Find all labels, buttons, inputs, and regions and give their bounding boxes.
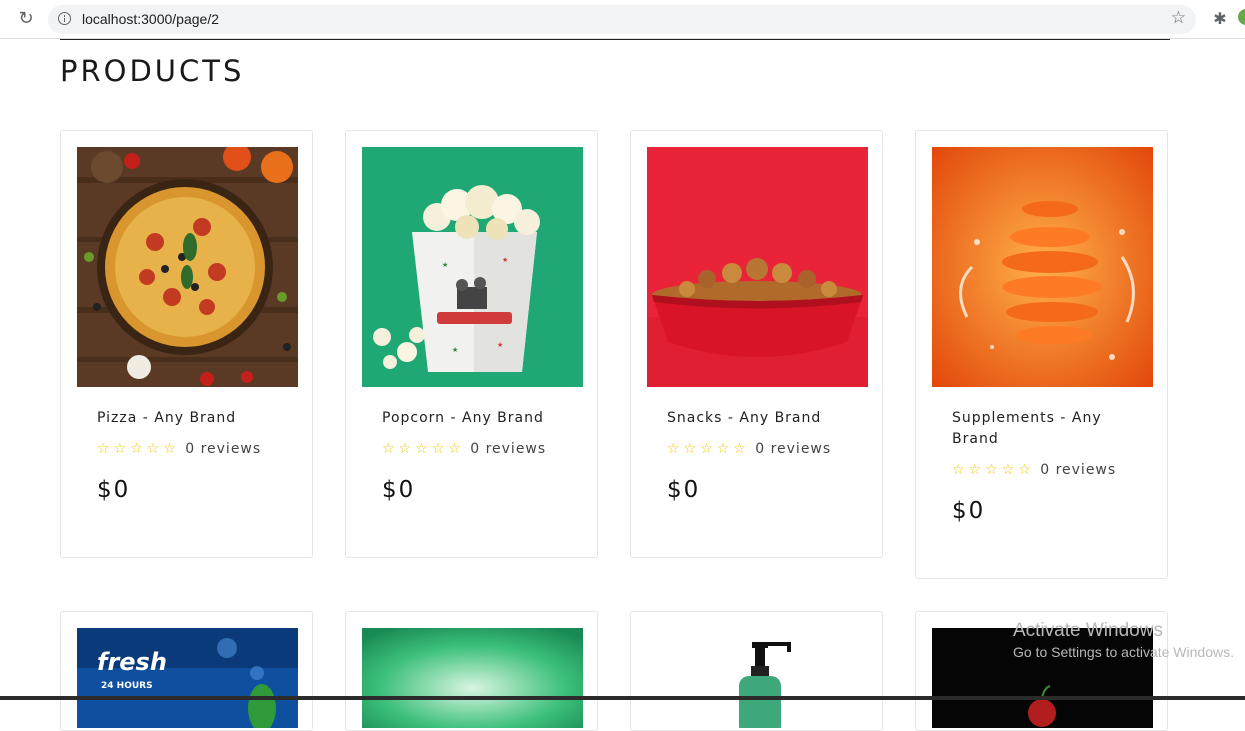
activation-watermark-title: Activate Windows bbox=[1013, 620, 1163, 641]
product-card-supplements[interactable]: Supplements - Any Brand ☆☆☆☆☆ 0 reviews … bbox=[915, 130, 1168, 579]
product-card[interactable] bbox=[630, 611, 883, 731]
review-count: 0 reviews bbox=[755, 441, 832, 457]
product-rating: ☆☆☆☆☆ 0 reviews bbox=[667, 441, 831, 457]
product-image-toothpaste[interactable]: fresh 24 HOURS bbox=[77, 628, 298, 728]
activation-watermark-text: Go to Settings to activate Windows. bbox=[1013, 644, 1234, 660]
address-bar[interactable]: localhost:3000/page/2 ☆ bbox=[48, 5, 1196, 34]
product-name[interactable]: Supplements - Any Brand bbox=[952, 408, 1122, 450]
product-image[interactable] bbox=[362, 628, 583, 728]
site-info-icon[interactable] bbox=[58, 12, 71, 25]
product-image-supplements[interactable] bbox=[932, 147, 1153, 387]
browser-toolbar: ‹ ↻ localhost:3000/page/2 ☆ ✱ bbox=[0, 0, 1245, 39]
back-icon[interactable]: ‹ bbox=[0, 9, 8, 29]
product-card[interactable]: fresh 24 HOURS bbox=[60, 611, 313, 731]
product-card-snacks[interactable]: Snacks - Any Brand ☆☆☆☆☆ 0 reviews $0 bbox=[630, 130, 883, 558]
rating-stars-icon: ☆☆☆☆☆ bbox=[97, 441, 180, 457]
extensions-icon[interactable]: ✱ bbox=[1210, 9, 1230, 29]
fresh-subtitle: 24 HOURS bbox=[101, 681, 153, 691]
product-card-pizza[interactable]: Pizza - Any Brand ☆☆☆☆☆ 0 reviews $0 bbox=[60, 130, 313, 558]
rating-stars-icon: ☆☆☆☆☆ bbox=[382, 441, 465, 457]
product-rating: ☆☆☆☆☆ 0 reviews bbox=[97, 441, 261, 457]
review-count: 0 reviews bbox=[185, 441, 262, 457]
review-count: 0 reviews bbox=[1040, 462, 1117, 478]
rating-stars-icon: ☆☆☆☆☆ bbox=[667, 441, 750, 457]
product-name[interactable]: Snacks - Any Brand bbox=[667, 408, 837, 429]
reload-icon[interactable]: ↻ bbox=[15, 8, 37, 30]
product-name[interactable]: Popcorn - Any Brand bbox=[382, 408, 552, 429]
svg-text:★: ★ bbox=[502, 256, 508, 264]
top-divider bbox=[60, 39, 1170, 40]
product-image-pizza[interactable] bbox=[77, 147, 298, 387]
product-price: $0 bbox=[97, 477, 131, 503]
product-price: $0 bbox=[382, 477, 416, 503]
bookmark-star-icon[interactable]: ☆ bbox=[1171, 8, 1186, 28]
url-text[interactable]: localhost:3000/page/2 bbox=[82, 11, 219, 27]
product-card-popcorn[interactable]: ★ ★ ★ ★ Popcorn - Any Brand ☆☆☆☆☆ 0 revi… bbox=[345, 130, 598, 558]
product-rating: ☆☆☆☆☆ 0 reviews bbox=[952, 462, 1116, 478]
taskbar bbox=[0, 696, 1245, 700]
page-title: PRODUCTS bbox=[60, 54, 245, 88]
svg-text:★: ★ bbox=[497, 341, 503, 349]
product-image[interactable] bbox=[932, 628, 1153, 728]
product-name[interactable]: Pizza - Any Brand bbox=[97, 408, 267, 429]
product-image-popcorn[interactable]: ★ ★ ★ ★ bbox=[362, 147, 583, 387]
product-card[interactable] bbox=[345, 611, 598, 731]
product-image-soap-bottle[interactable] bbox=[647, 628, 868, 728]
product-price: $0 bbox=[952, 498, 986, 524]
product-price: $0 bbox=[667, 477, 701, 503]
product-image-snacks[interactable] bbox=[647, 147, 868, 387]
fresh-title: fresh bbox=[97, 648, 167, 676]
product-rating: ☆☆☆☆☆ 0 reviews bbox=[382, 441, 546, 457]
review-count: 0 reviews bbox=[470, 441, 547, 457]
profile-avatar[interactable] bbox=[1238, 9, 1245, 25]
svg-text:★: ★ bbox=[442, 261, 448, 269]
rating-stars-icon: ☆☆☆☆☆ bbox=[952, 462, 1035, 478]
svg-text:★: ★ bbox=[452, 346, 458, 354]
